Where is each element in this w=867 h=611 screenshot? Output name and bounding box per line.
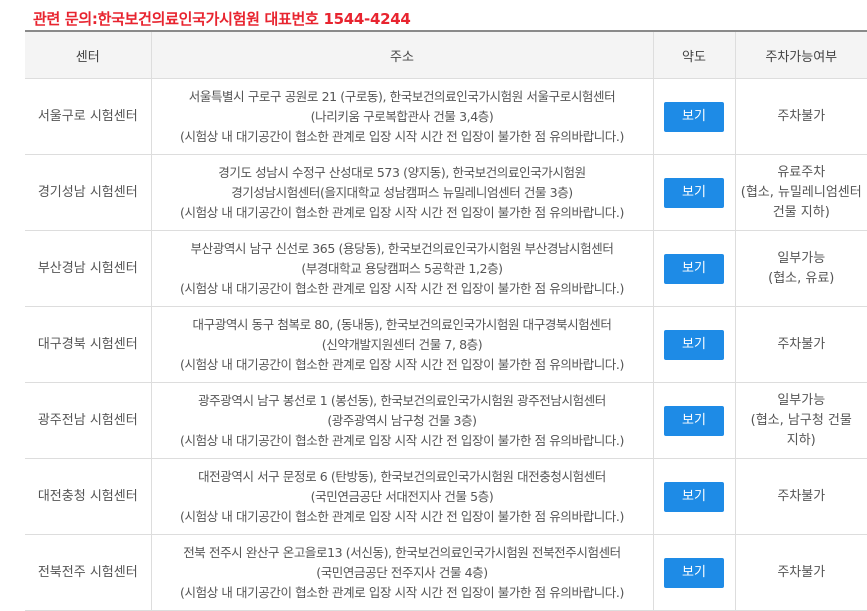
center-name: 광주전남 시험센터	[25, 382, 151, 459]
center-name: 대전충청 시험센터	[25, 458, 151, 535]
table-row: 경기성남 시험센터 경기도 성남시 수정구 산성대로 573 (양지동), 한국보…	[25, 154, 867, 231]
parking-availability: 유료주차 (협소, 뉴밀레니엄센터건물 지하)	[734, 154, 867, 231]
address-line: (국민연금공단 전주지사 건물 4층)	[316, 564, 488, 580]
center-address: 경기도 성남시 수정구 산성대로 573 (양지동), 한국보건의료인국가시험원…	[150, 154, 653, 231]
parking-line: 일부가능	[777, 250, 826, 266]
address-line: (시험상 내 대기공간이 협소한 관계로 입장 시작 시간 전 입장이 불가한 …	[180, 508, 624, 524]
parking-line: (협소, 뉴밀레니엄센터	[740, 184, 862, 200]
table-header-row: 센터 주소 약도 주차가능여부	[25, 31, 867, 79]
header-parking: 주차가능여부	[734, 31, 867, 79]
center-address: 전북 전주시 완산구 온고을로13 (서신동), 한국보건의료인국가시험원 전북…	[150, 534, 653, 611]
parking-line: 주차불가	[777, 488, 826, 504]
map-cell: 보기	[652, 78, 735, 155]
center-address: 광주광역시 남구 봉선로 1 (봉선동), 한국보건의료인국가시험원 광주전남시…	[150, 382, 653, 459]
address-line: (시험상 내 대기공간이 협소한 관계로 입장 시작 시간 전 입장이 불가한 …	[180, 128, 624, 144]
address-line: 부산광역시 남구 신선로 365 (용당동), 한국보건의료인국가시험원 부산경…	[190, 240, 614, 256]
address-line: 대구광역시 동구 첨복로 80, (동내동), 한국보건의료인국가시험원 대구경…	[192, 316, 612, 332]
parking-line: 주차불가	[777, 336, 826, 352]
center-name: 부산경남 시험센터	[25, 230, 151, 307]
parking-line: (협소, 남구청 건물	[750, 412, 852, 428]
table-row: 전북전주 시험센터 전북 전주시 완산구 온고을로13 (서신동), 한국보건의료…	[25, 534, 867, 611]
center-name: 대구경북 시험센터	[25, 306, 151, 383]
parking-availability: 주차불가	[734, 458, 867, 535]
table-row: 부산경남 시험센터 부산광역시 남구 신선로 365 (용당동), 한국보건의료인…	[25, 230, 867, 307]
map-cell: 보기	[652, 534, 735, 611]
table-row: 대구경북 시험센터 대구광역시 동구 첨복로 80, (동내동), 한국보건의료인…	[25, 306, 867, 383]
parking-line: 지하)	[786, 432, 816, 448]
center-address: 대구광역시 동구 첨복로 80, (동내동), 한국보건의료인국가시험원 대구경…	[150, 306, 653, 383]
address-line: (국민연금공단 서대전지사 건물 5층)	[310, 488, 494, 504]
parking-availability: 주차불가	[734, 78, 867, 155]
center-name: 전북전주 시험센터	[25, 534, 151, 611]
parking-availability: 주차불가	[734, 306, 867, 383]
address-line: (시험상 내 대기공간이 협소한 관계로 입장 시작 시간 전 입장이 불가한 …	[180, 432, 624, 448]
header-address: 주소	[150, 31, 653, 79]
address-line: 서울특별시 구로구 공원로 21 (구로동), 한국보건의료인국가시험원 서울구…	[188, 88, 616, 104]
test-center-table: 센터 주소 약도 주차가능여부 서울구로 시험센터 서울특별시 구로구 공원로 2…	[25, 30, 867, 611]
view-map-button[interactable]: 보기	[664, 329, 724, 360]
address-line: 대전광역시 서구 문정로 6 (탄방동), 한국보건의료인국가시험원 대전충청시…	[198, 468, 606, 484]
center-address: 대전광역시 서구 문정로 6 (탄방동), 한국보건의료인국가시험원 대전충청시…	[150, 458, 653, 535]
table-row: 대전충청 시험센터 대전광역시 서구 문정로 6 (탄방동), 한국보건의료인국가…	[25, 458, 867, 535]
parking-availability: 일부가능 (협소, 유료)	[734, 230, 867, 307]
map-cell: 보기	[652, 230, 735, 307]
address-line: (부경대학교 용당캠퍼스 5공학관 1,2층)	[301, 260, 503, 276]
address-line: 광주광역시 남구 봉선로 1 (봉선동), 한국보건의료인국가시험원 광주전남시…	[198, 392, 606, 408]
parking-line: 건물 지하)	[772, 204, 830, 220]
center-name: 서울구로 시험센터	[25, 78, 151, 155]
parking-line: 일부가능	[777, 392, 826, 408]
contact-info: 관련 문의:한국보건의료인국가시험원 대표번호 1544-4244	[33, 10, 411, 28]
address-line: (시험상 내 대기공간이 협소한 관계로 입장 시작 시간 전 입장이 불가한 …	[180, 280, 624, 296]
parking-line: 유료주차	[777, 164, 826, 180]
map-cell: 보기	[652, 154, 735, 231]
header-center: 센터	[25, 31, 151, 79]
map-cell: 보기	[652, 382, 735, 459]
view-map-button[interactable]: 보기	[664, 253, 724, 284]
parking-line: 주차불가	[777, 564, 826, 580]
view-map-button[interactable]: 보기	[664, 557, 724, 588]
center-address: 부산광역시 남구 신선로 365 (용당동), 한국보건의료인국가시험원 부산경…	[150, 230, 653, 307]
address-line: 경기성남시험센터(을지대학교 성남캠퍼스 뉴밀레니엄센터 건물 3층)	[231, 184, 573, 200]
view-map-button[interactable]: 보기	[664, 481, 724, 512]
map-cell: 보기	[652, 458, 735, 535]
address-line: (시험상 내 대기공간이 협소한 관계로 입장 시작 시간 전 입장이 불가한 …	[180, 204, 624, 220]
parking-availability: 주차불가	[734, 534, 867, 611]
address-line: 전북 전주시 완산구 온고을로13 (서신동), 한국보건의료인국가시험원 전북…	[183, 544, 621, 560]
parking-line: (협소, 유료)	[768, 270, 835, 286]
address-line: (시험상 내 대기공간이 협소한 관계로 입장 시작 시간 전 입장이 불가한 …	[180, 584, 624, 600]
address-line: (나리키움 구로복합관사 건물 3,4층)	[310, 108, 494, 124]
table-body: 서울구로 시험센터 서울특별시 구로구 공원로 21 (구로동), 한국보건의료인…	[25, 78, 867, 611]
center-address: 서울특별시 구로구 공원로 21 (구로동), 한국보건의료인국가시험원 서울구…	[150, 78, 653, 155]
view-map-button[interactable]: 보기	[664, 177, 724, 208]
address-line: 경기도 성남시 수정구 산성대로 573 (양지동), 한국보건의료인국가시험원	[218, 164, 586, 180]
table-row: 서울구로 시험센터 서울특별시 구로구 공원로 21 (구로동), 한국보건의료인…	[25, 78, 867, 155]
parking-availability: 일부가능 (협소, 남구청 건물지하)	[734, 382, 867, 459]
view-map-button[interactable]: 보기	[664, 101, 724, 132]
view-map-button[interactable]: 보기	[664, 405, 724, 436]
address-line: (신약개발지원센터 건물 7, 8층)	[321, 336, 483, 352]
map-cell: 보기	[652, 306, 735, 383]
table-row: 광주전남 시험센터 광주광역시 남구 봉선로 1 (봉선동), 한국보건의료인국가…	[25, 382, 867, 459]
address-line: (시험상 내 대기공간이 협소한 관계로 입장 시작 시간 전 입장이 불가한 …	[180, 356, 624, 372]
address-line: (광주광역시 남구청 건물 3층)	[327, 412, 477, 428]
header-map: 약도	[652, 31, 735, 79]
center-name: 경기성남 시험센터	[25, 154, 151, 231]
parking-line: 주차불가	[777, 108, 826, 124]
